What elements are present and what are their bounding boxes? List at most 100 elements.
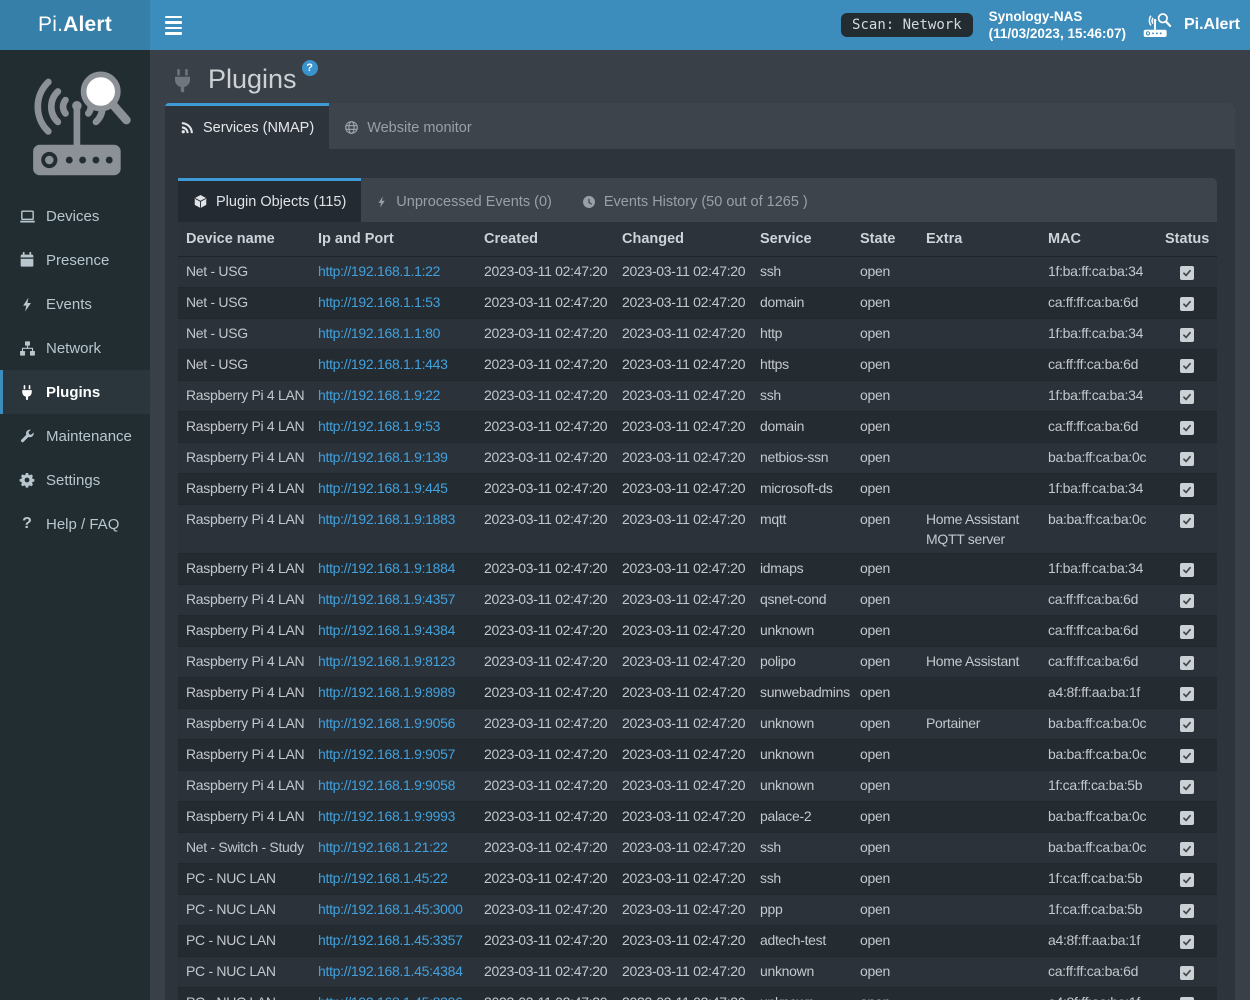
sidebar-toggle-button[interactable] (150, 0, 196, 50)
status-checkbox[interactable] (1180, 718, 1194, 732)
status-checkbox[interactable] (1180, 514, 1194, 528)
ip-port-link[interactable]: http://192.168.1.21:22 (318, 839, 448, 855)
cell-state: open (852, 380, 918, 411)
status-checkbox[interactable] (1180, 625, 1194, 639)
ip-port-link[interactable]: http://192.168.1.1:80 (318, 325, 440, 341)
sidebar-item-events[interactable]: Events (0, 282, 150, 326)
ip-port-link[interactable]: http://192.168.1.1:22 (318, 263, 440, 279)
cell-changed: 2023-03-11 02:47:20 (614, 708, 752, 739)
status-checkbox[interactable] (1180, 421, 1194, 435)
ip-port-link[interactable]: http://192.168.1.9:4384 (318, 622, 455, 638)
cell-ip-port: http://192.168.1.9:1884 (310, 553, 476, 584)
cell-device-name: Raspberry Pi 4 LAN (178, 442, 310, 473)
status-checkbox[interactable] (1180, 452, 1194, 466)
ip-port-link[interactable]: http://192.168.1.9:9056 (318, 715, 455, 731)
ip-port-link[interactable]: http://192.168.1.9:9058 (318, 777, 455, 793)
status-checkbox[interactable] (1180, 359, 1194, 373)
subtab-plugin-objects[interactable]: Plugin Objects (115) (178, 178, 361, 222)
sidebar-item-network[interactable]: Network (0, 326, 150, 370)
status-checkbox[interactable] (1180, 297, 1194, 311)
sidebar-item-label: Presence (46, 252, 109, 269)
cell-ip-port: http://192.168.1.1:443 (310, 349, 476, 380)
ip-port-link[interactable]: http://192.168.1.9:9057 (318, 746, 455, 762)
status-checkbox[interactable] (1180, 780, 1194, 794)
sidebar-item-devices[interactable]: Devices (0, 194, 150, 238)
status-checkbox[interactable] (1180, 935, 1194, 949)
ip-port-link[interactable]: http://192.168.1.9:8989 (318, 684, 455, 700)
ip-port-link[interactable]: http://192.168.1.45:3000 (318, 901, 463, 917)
cell-extra: Home Assistant MQTT server (918, 504, 1040, 553)
cell-extra (918, 473, 1040, 504)
ip-port-link[interactable]: http://192.168.1.9:1883 (318, 511, 455, 527)
status-checkbox[interactable] (1180, 749, 1194, 763)
ip-port-link[interactable]: http://192.168.1.9:4357 (318, 591, 455, 607)
ip-port-link[interactable]: http://192.168.1.9:9993 (318, 808, 455, 824)
tab-website-monitor[interactable]: Website monitor (329, 103, 487, 149)
calendar-icon (18, 252, 36, 268)
subtab-unprocessed-events[interactable]: Unprocessed Events (0) (361, 178, 567, 222)
cell-ip-port: http://192.168.1.21:22 (310, 832, 476, 863)
cell-created: 2023-03-11 02:47:20 (476, 504, 614, 553)
tab-services-nmap[interactable]: Services (NMAP) (165, 103, 329, 149)
cell-changed: 2023-03-11 02:47:20 (614, 987, 752, 1000)
table-row: Net - USG http://192.168.1.1:53 2023-03-… (178, 287, 1217, 318)
sidebar-item-help-faq[interactable]: ? Help / FAQ (0, 502, 150, 546)
cell-service: ssh (752, 256, 852, 287)
cell-service: domain (752, 287, 852, 318)
status-checkbox[interactable] (1180, 811, 1194, 825)
ip-port-link[interactable]: http://192.168.1.45:3357 (318, 932, 463, 948)
status-checkbox[interactable] (1180, 966, 1194, 980)
cell-status (1157, 987, 1217, 1000)
cell-created: 2023-03-11 02:47:20 (476, 708, 614, 739)
ip-port-link[interactable]: http://192.168.1.9:8123 (318, 653, 455, 669)
cell-device-name: PC - NUC LAN (178, 863, 310, 894)
cell-ip-port: http://192.168.1.9:8989 (310, 677, 476, 708)
navbar-app-link[interactable]: Pi.Alert (1142, 12, 1240, 39)
cell-created: 2023-03-11 02:47:20 (476, 863, 614, 894)
status-checkbox[interactable] (1180, 266, 1194, 280)
ip-port-link[interactable]: http://192.168.1.45:4384 (318, 963, 463, 979)
status-checkbox[interactable] (1180, 904, 1194, 918)
help-badge[interactable]: ? (302, 60, 318, 76)
ip-port-link[interactable]: http://192.168.1.9:53 (318, 418, 440, 434)
ip-port-link[interactable]: http://192.168.1.9:1884 (318, 560, 455, 576)
cell-status (1157, 863, 1217, 894)
cell-service: unknown (752, 739, 852, 770)
hamburger-icon (165, 16, 182, 19)
sidebar-item-plugins[interactable]: Plugins (0, 370, 150, 414)
ip-port-link[interactable]: http://192.168.1.45:8396 (318, 994, 463, 1000)
ip-port-link[interactable]: http://192.168.1.9:445 (318, 480, 448, 496)
cell-state: open (852, 553, 918, 584)
ip-port-link[interactable]: http://192.168.1.1:443 (318, 356, 448, 372)
ip-port-link[interactable]: http://192.168.1.1:53 (318, 294, 440, 310)
status-checkbox[interactable] (1180, 390, 1194, 404)
sidebar-item-settings[interactable]: Settings (0, 458, 150, 502)
status-checkbox[interactable] (1180, 656, 1194, 670)
ip-port-link[interactable]: http://192.168.1.9:22 (318, 387, 440, 403)
signal-waves-icon (180, 120, 195, 135)
status-checkbox[interactable] (1180, 873, 1194, 887)
subtab-events-history[interactable]: Events History (50 out of 1265 ) (567, 178, 823, 222)
status-checkbox[interactable] (1180, 687, 1194, 701)
cell-ip-port: http://192.168.1.9:8123 (310, 646, 476, 677)
ip-port-link[interactable]: http://192.168.1.9:139 (318, 449, 448, 465)
cell-created: 2023-03-11 02:47:20 (476, 615, 614, 646)
cell-changed: 2023-03-11 02:47:20 (614, 380, 752, 411)
ip-port-link[interactable]: http://192.168.1.45:22 (318, 870, 448, 886)
status-checkbox[interactable] (1180, 842, 1194, 856)
navbar-brand[interactable]: Pi.Alert (0, 0, 150, 50)
status-checkbox[interactable] (1180, 997, 1194, 1000)
cell-state: open (852, 287, 918, 318)
cell-created: 2023-03-11 02:47:20 (476, 553, 614, 584)
cell-extra (918, 442, 1040, 473)
gear-icon (18, 472, 36, 488)
status-checkbox[interactable] (1180, 563, 1194, 577)
status-checkbox[interactable] (1180, 328, 1194, 342)
cell-mac: ca:ff:ff:ca:ba:6d (1040, 584, 1157, 615)
cell-mac: 1f:ca:ff:ca:ba:5b (1040, 770, 1157, 801)
sidebar-item-presence[interactable]: Presence (0, 238, 150, 282)
cell-created: 2023-03-11 02:47:20 (476, 256, 614, 287)
sidebar-item-maintenance[interactable]: Maintenance (0, 414, 150, 458)
status-checkbox[interactable] (1180, 594, 1194, 608)
status-checkbox[interactable] (1180, 483, 1194, 497)
